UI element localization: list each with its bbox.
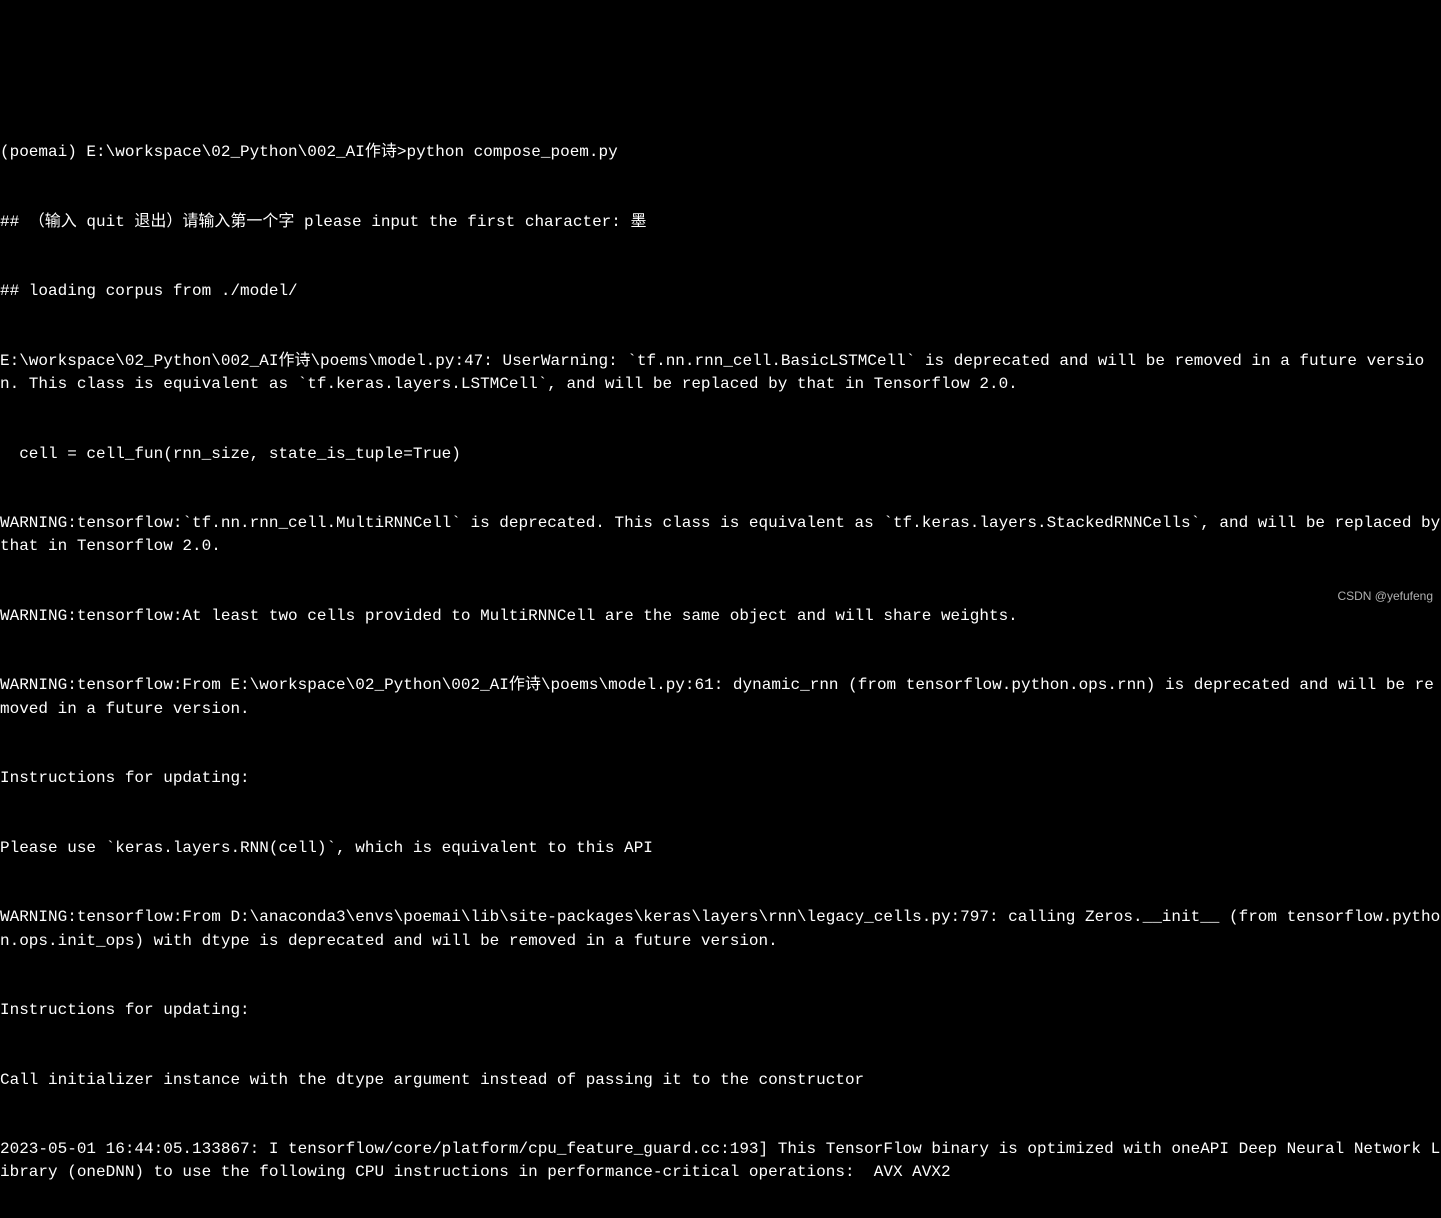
terminal-line: (poemai) E:\workspace\02_Python\002_AI作诗… <box>0 141 1441 164</box>
terminal-line: WARNING:tensorflow:At least two cells pr… <box>0 605 1441 628</box>
terminal-line: ## loading corpus from ./model/ <box>0 280 1441 303</box>
terminal-line: Instructions for updating: <box>0 767 1441 790</box>
terminal-line: WARNING:tensorflow:`tf.nn.rnn_cell.Multi… <box>0 512 1441 558</box>
terminal-line: cell = cell_fun(rnn_size, state_is_tuple… <box>0 443 1441 466</box>
terminal-line: Call initializer instance with the dtype… <box>0 1069 1441 1092</box>
terminal-line: ## （输入 quit 退出）请输入第一个字 please input the … <box>0 211 1441 234</box>
terminal-line: WARNING:tensorflow:From D:\anaconda3\env… <box>0 906 1441 952</box>
terminal-line: E:\workspace\02_Python\002_AI作诗\poems\mo… <box>0 350 1441 396</box>
terminal-line: Please use `keras.layers.RNN(cell)`, whi… <box>0 837 1441 860</box>
terminal-output[interactable]: (poemai) E:\workspace\02_Python\002_AI作诗… <box>0 95 1441 700</box>
terminal-line: 2023-05-01 16:44:05.133867: I tensorflow… <box>0 1138 1441 1184</box>
watermark-text: CSDN @yefufeng <box>1337 588 1433 605</box>
terminal-line: Instructions for updating: <box>0 999 1441 1022</box>
terminal-line: WARNING:tensorflow:From E:\workspace\02_… <box>0 674 1441 720</box>
